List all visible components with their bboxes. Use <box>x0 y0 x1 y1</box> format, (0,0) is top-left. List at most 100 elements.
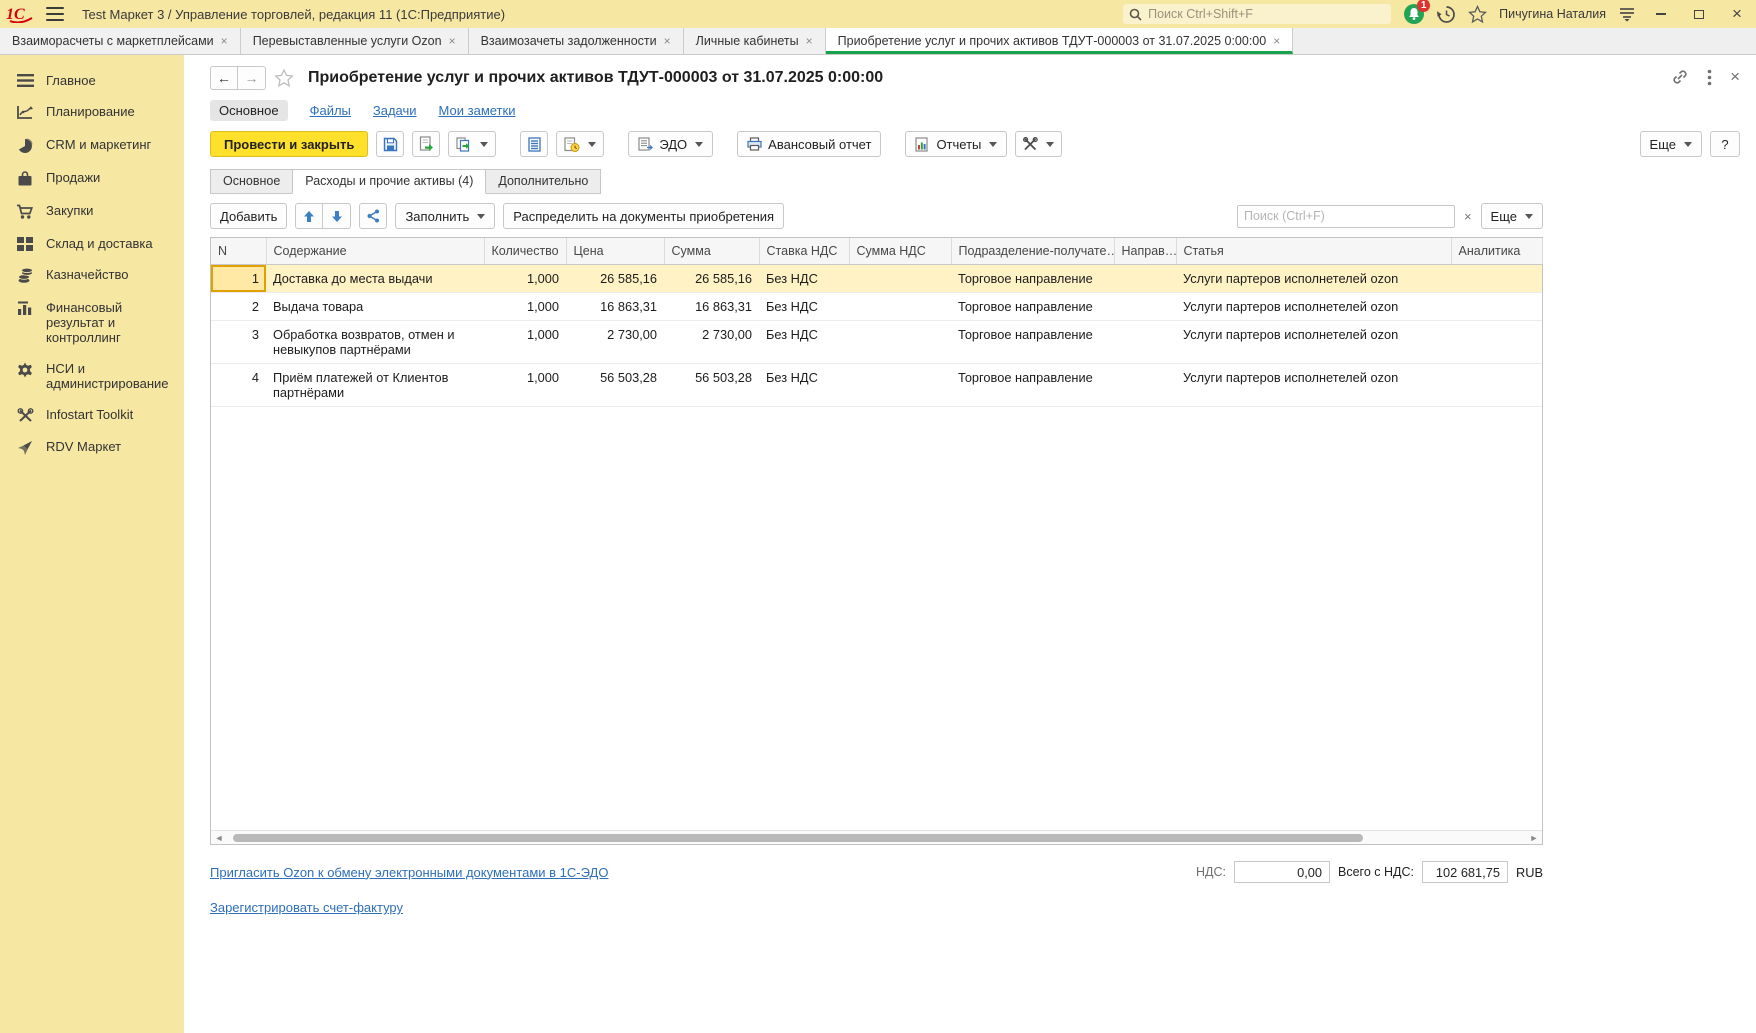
form-tab-2[interactable]: Дополнительно <box>485 169 601 194</box>
cell-price[interactable]: 56 503,28 <box>566 364 664 407</box>
cell-article[interactable]: Услуги партеров исполнетелей ozon <box>1176 321 1451 364</box>
table-row-1[interactable]: 1Доставка до места выдачи1,00026 585,162… <box>211 265 1542 293</box>
edo-button[interactable]: ЭДО <box>628 131 713 157</box>
history-icon[interactable] <box>1437 5 1456 24</box>
cell-qty[interactable]: 1,000 <box>484 321 566 364</box>
cell-analytics[interactable] <box>1451 364 1542 407</box>
reports-button[interactable]: Отчеты <box>905 131 1007 157</box>
cell-vat_rate[interactable]: Без НДС <box>759 321 849 364</box>
cell-content[interactable]: Приём платежей от Клиентов партнёрами <box>266 364 484 407</box>
cell-vat_sum[interactable] <box>849 364 951 407</box>
column-header-article[interactable]: Статья <box>1176 238 1451 265</box>
cell-vat_sum[interactable] <box>849 321 951 364</box>
cell-content[interactable]: Доставка до места выдачи <box>266 265 484 293</box>
sidebar-item-0[interactable]: Главное <box>0 65 184 96</box>
cell-n[interactable]: 2 <box>211 293 266 321</box>
column-header-vat_rate[interactable]: Ставка НДС <box>759 238 849 265</box>
cell-direction[interactable] <box>1114 321 1176 364</box>
form-tab-0[interactable]: Основное <box>210 169 293 194</box>
column-header-content[interactable]: Содержание <box>266 238 484 265</box>
cell-direction[interactable] <box>1114 364 1176 407</box>
sidebar-item-8[interactable]: НСИ и администрирование <box>0 353 184 399</box>
doc-nav-link-3[interactable]: Мои заметки <box>439 103 516 118</box>
advance-report-button[interactable]: Авансовый отчет <box>737 131 881 157</box>
sidebar-item-9[interactable]: Infostart Toolkit <box>0 399 184 431</box>
close-tab-icon[interactable]: × <box>449 34 456 48</box>
favorite-star-icon[interactable] <box>274 68 294 88</box>
cell-article[interactable]: Услуги партеров исполнетелей ozon <box>1176 293 1451 321</box>
scrollbar-thumb[interactable] <box>233 834 1363 842</box>
close-window-button[interactable]: × <box>1724 4 1750 24</box>
column-header-sum[interactable]: Сумма <box>664 238 759 265</box>
distribute-button[interactable]: Распределить на документы приобретения <box>503 203 784 229</box>
cell-content[interactable]: Выдача товара <box>266 293 484 321</box>
main-menu-icon[interactable] <box>46 7 64 21</box>
post-and-close-button[interactable]: Провести и закрыть <box>210 131 368 157</box>
cell-qty[interactable]: 1,000 <box>484 364 566 407</box>
document-register-button[interactable] <box>556 131 604 157</box>
column-header-analytics[interactable]: Аналитика <box>1451 238 1542 265</box>
total-value-field[interactable]: 102 681,75 <box>1422 861 1508 883</box>
cell-n[interactable]: 4 <box>211 364 266 407</box>
doc-nav-link-1[interactable]: Файлы <box>310 103 351 118</box>
cell-vat_sum[interactable] <box>849 293 951 321</box>
cell-department[interactable]: Торговое направление <box>951 293 1114 321</box>
cell-vat_rate[interactable]: Без НДС <box>759 265 849 293</box>
favorites-star-icon[interactable] <box>1468 5 1487 24</box>
sidebar-item-2[interactable]: CRM и маркетинг <box>0 129 184 162</box>
column-header-price[interactable]: Цена <box>566 238 664 265</box>
table-row-4[interactable]: 4Приём платежей от Клиентов партнёрами1,… <box>211 364 1542 407</box>
cell-vat_sum[interactable] <box>849 265 951 293</box>
sidebar-item-6[interactable]: Казначейство <box>0 259 184 292</box>
horizontal-scrollbar[interactable]: ◄ ► <box>211 830 1542 844</box>
notifications-button[interactable]: 1 <box>1403 3 1425 25</box>
cell-department[interactable]: Торговое направление <box>951 321 1114 364</box>
sidebar-item-5[interactable]: Склад и доставка <box>0 228 184 259</box>
save-button[interactable] <box>376 131 404 157</box>
move-row-down-button[interactable] <box>323 203 351 229</box>
add-row-button[interactable]: Добавить <box>210 203 287 229</box>
document-structure-button[interactable] <box>520 131 548 157</box>
cell-analytics[interactable] <box>1451 265 1542 293</box>
cell-content[interactable]: Обработка возвратов, отмен и невыкупов п… <box>266 321 484 364</box>
cell-analytics[interactable] <box>1451 293 1542 321</box>
close-form-icon[interactable]: × <box>1730 67 1740 87</box>
cell-article[interactable]: Услуги партеров исполнетелей ozon <box>1176 265 1451 293</box>
column-header-direction[interactable]: Направ… <box>1114 238 1176 265</box>
cell-qty[interactable]: 1,000 <box>484 265 566 293</box>
table-search-input[interactable] <box>1237 205 1455 228</box>
form-tab-1[interactable]: Расходы и прочие активы (4) <box>292 169 486 194</box>
doc-nav-link-0[interactable]: Основное <box>210 100 288 121</box>
create-based-on-button[interactable] <box>448 131 496 157</box>
cell-sum[interactable]: 16 863,31 <box>664 293 759 321</box>
cell-price[interactable]: 26 585,16 <box>566 265 664 293</box>
close-tab-icon[interactable]: × <box>1273 34 1280 48</box>
cell-qty[interactable]: 1,000 <box>484 293 566 321</box>
more-menu-icon[interactable] <box>1707 69 1712 86</box>
cell-sum[interactable]: 26 585,16 <box>664 265 759 293</box>
cell-sum[interactable]: 2 730,00 <box>664 321 759 364</box>
clear-search-icon[interactable]: × <box>1461 209 1475 224</box>
sidebar-item-7[interactable]: Финансовый результат и контроллинг <box>0 292 184 353</box>
column-header-n[interactable]: N <box>211 238 266 265</box>
share-button[interactable] <box>359 203 387 229</box>
vat-value-field[interactable]: 0,00 <box>1234 861 1330 883</box>
table-row-2[interactable]: 2Выдача товара1,00016 863,3116 863,31Без… <box>211 293 1542 321</box>
edo-invite-link[interactable]: Пригласить Ozon к обмену электронными до… <box>210 865 608 880</box>
window-tab-2[interactable]: Взаимозачеты задолженности× <box>469 28 684 54</box>
cell-article[interactable]: Услуги партеров исполнетелей ozon <box>1176 364 1451 407</box>
sidebar-item-3[interactable]: Продажи <box>0 162 184 195</box>
register-invoice-link[interactable]: Зарегистрировать счет-фактуру <box>210 900 403 915</box>
post-document-button[interactable] <box>412 131 440 157</box>
table-row-3[interactable]: 3Обработка возвратов, отмен и невыкупов … <box>211 321 1542 364</box>
back-button[interactable]: ← <box>210 66 238 90</box>
move-row-up-button[interactable] <box>295 203 323 229</box>
window-tab-4[interactable]: Приобретение услуг и прочих активов ТДУТ… <box>826 28 1294 54</box>
column-header-qty[interactable]: Количество <box>484 238 566 265</box>
fill-button[interactable]: Заполнить <box>395 203 495 229</box>
column-header-department[interactable]: Подразделение-получате… <box>951 238 1114 265</box>
close-tab-icon[interactable]: × <box>221 34 228 48</box>
close-tab-icon[interactable]: × <box>664 34 671 48</box>
maximize-button[interactable] <box>1686 4 1712 24</box>
cell-direction[interactable] <box>1114 293 1176 321</box>
